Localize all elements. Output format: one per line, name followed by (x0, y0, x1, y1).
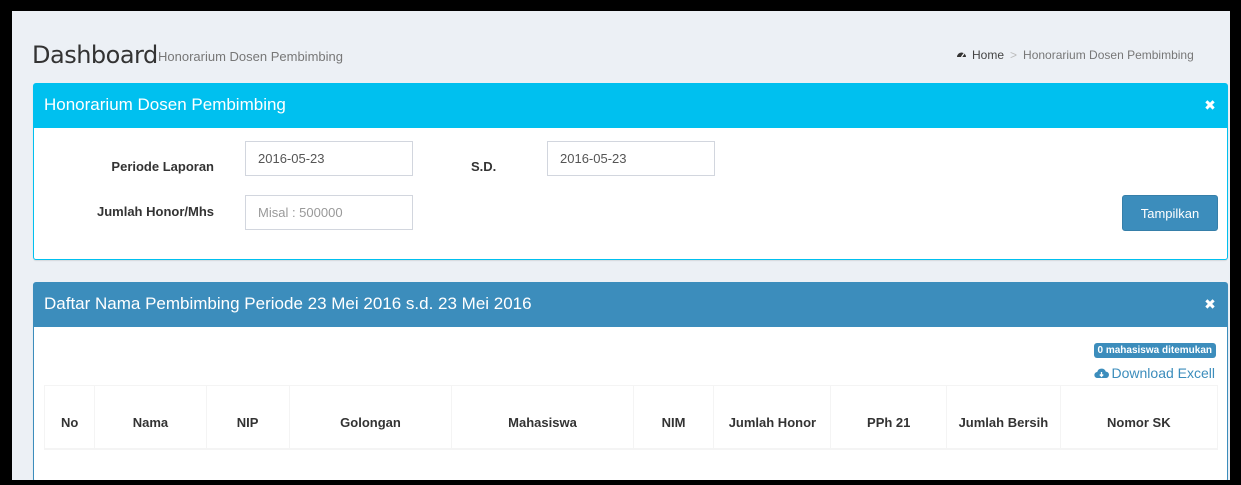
breadcrumb-separator: > (1010, 48, 1018, 62)
result-box: Daftar Nama Pembimbing Periode 23 Mei 20… (33, 282, 1228, 480)
honor-input[interactable] (245, 195, 413, 230)
download-label: Download Excell (1111, 365, 1216, 381)
count-badge: 0 mahasiswa ditemukan (1093, 343, 1216, 358)
periode-end-input[interactable] (547, 141, 715, 176)
screen-frame-left (0, 0, 12, 485)
table-header-row: No Nama NIP Golongan Mahasiswa NIM Jumla… (43, 385, 1219, 450)
tampilkan-button[interactable]: Tampilkan (1122, 195, 1218, 231)
column-header-nama: Nama (94, 385, 207, 450)
honor-label: Jumlah Honor/Mhs (96, 204, 214, 219)
breadcrumb-home-link[interactable]: Home (972, 48, 1004, 62)
filter-box-header: Honorarium Dosen Pembimbing ✖ (34, 84, 1227, 128)
breadcrumb-current: Honorarium Dosen Pembimbing (1023, 48, 1194, 62)
column-header-jumlah-honor: Jumlah Honor (713, 385, 832, 450)
filter-box: Honorarium Dosen Pembimbing ✖ Periode La… (33, 83, 1228, 260)
periode-label: Periode Laporan (111, 159, 214, 174)
column-header-no: No (43, 385, 96, 450)
column-header-nomor-sk: Nomor SK (1059, 385, 1219, 450)
result-box-header: Daftar Nama Pembimbing Periode 23 Mei 20… (34, 283, 1227, 327)
screen-frame-bottom (0, 480, 1241, 485)
close-icon[interactable]: ✖ (1203, 297, 1217, 311)
content-wrapper: Dashboard Honorarium Dosen Pembimbing Ho… (12, 11, 1230, 480)
periode-start-input[interactable] (245, 141, 413, 176)
column-header-nip: NIP (205, 385, 290, 450)
page-header: Dashboard Honorarium Dosen Pembimbing Ho… (12, 11, 1230, 83)
sd-label: S.D. (471, 159, 497, 174)
cloud-download-icon (1093, 366, 1109, 379)
download-excel-link[interactable]: Download Excell (1093, 365, 1216, 381)
close-icon[interactable]: ✖ (1203, 98, 1217, 112)
result-box-title: Daftar Nama Pembimbing Periode 23 Mei 20… (44, 294, 532, 313)
column-header-nim: NIM (632, 385, 715, 450)
pembimbing-table: No Nama NIP Golongan Mahasiswa NIM Jumla… (43, 385, 1219, 450)
page-title: Dashboard (32, 41, 158, 69)
filter-box-title: Honorarium Dosen Pembimbing (44, 95, 286, 114)
dashboard-icon (956, 49, 967, 60)
column-header-golongan: Golongan (288, 385, 453, 450)
page-subtitle: Honorarium Dosen Pembimbing (158, 49, 343, 64)
breadcrumb: Home > Honorarium Dosen Pembimbing (956, 48, 1194, 62)
screen-frame-top (0, 0, 1241, 11)
column-header-mahasiswa: Mahasiswa (451, 385, 634, 450)
column-header-jumlah-bersih: Jumlah Bersih (946, 385, 1061, 450)
column-header-pph21: PPh 21 (830, 385, 948, 450)
screen-frame-right (1230, 0, 1241, 485)
